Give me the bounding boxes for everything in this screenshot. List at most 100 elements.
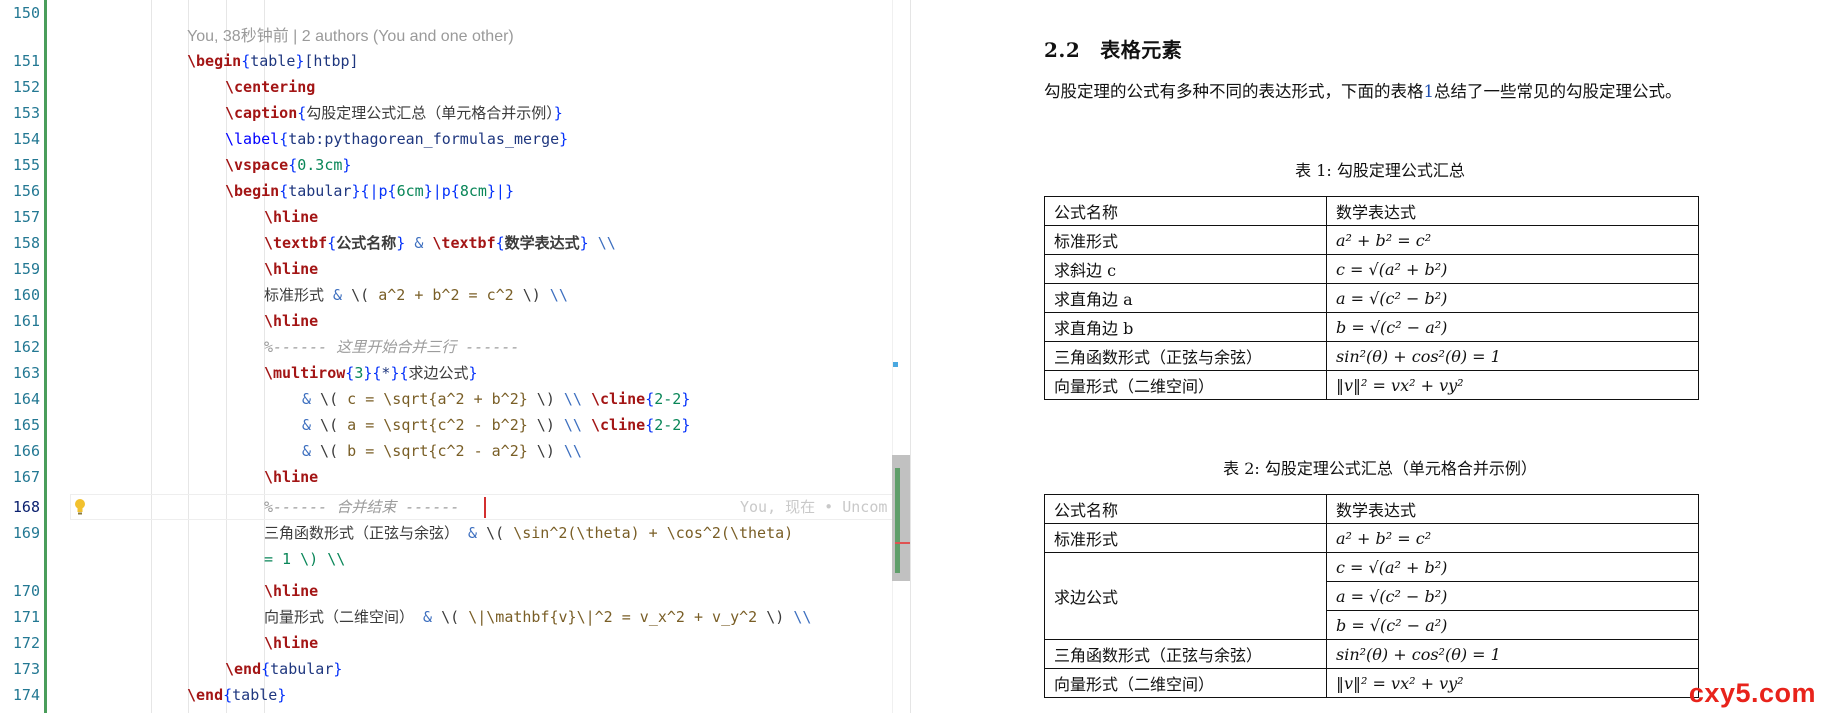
table-cell: 标准形式 — [1044, 523, 1327, 553]
code-line[interactable]: 173 \end{tabular} — [0, 656, 910, 682]
code-text: \multirow{3}{*}{求边公式} — [264, 364, 478, 382]
code-comment: %------ 合并结束 ------ — [264, 498, 460, 516]
code-line[interactable]: 170 \hline — [0, 578, 910, 604]
code-text: \hline — [264, 468, 319, 486]
table-caption: 表 1: 勾股定理公式汇总 — [1295, 161, 1465, 180]
line-number: 160 — [12, 286, 40, 304]
line-number: 157 — [12, 208, 40, 226]
code-line[interactable]: 159 \hline — [0, 256, 910, 282]
table-cell: 求斜边 c — [1044, 254, 1327, 284]
table-cell: sin²(θ) + cos²(θ) = 1 — [1326, 639, 1699, 669]
table-cell: 向量形式（二维空间） — [1044, 370, 1327, 400]
code-line[interactable]: 172 \hline — [0, 630, 910, 656]
table-row: 三角函数形式（正弦与余弦） sin²(θ) + cos²(θ) = 1 — [1044, 639, 1699, 669]
line-number: 172 — [12, 634, 40, 652]
table-row: 求边公式 c = √(a² + b²) — [1044, 552, 1699, 640]
code-line[interactable]: 157 \hline — [0, 204, 910, 230]
line-number: 150 — [12, 4, 40, 22]
table-header-row: 公式名称 数学表达式 — [1044, 494, 1699, 524]
code-text: = 1 \) \\ — [264, 550, 346, 568]
line-number: 174 — [12, 686, 40, 704]
table-header-cell: 数学表达式 — [1326, 196, 1699, 226]
vertical-scrollbar[interactable] — [892, 0, 910, 713]
inline-git-blame: You, 现在 • Uncom — [740, 498, 888, 516]
code-line[interactable]: 160 标准形式 & \( a^2 + b^2 = c^2 \) \\ — [0, 282, 910, 308]
code-line[interactable]: 163 \multirow{3}{*}{求边公式} — [0, 360, 910, 386]
line-number: 161 — [12, 312, 40, 330]
table-cell: c = √(a² + b²) — [1326, 254, 1699, 284]
watermark-logo: cxy5.com — [1688, 678, 1816, 708]
line-number: 162 — [12, 338, 40, 356]
table-cell: a = √(c² − b²) — [1326, 581, 1699, 611]
code-line[interactable]: 154 \label{tab:pythagorean_formulas_merg… — [0, 126, 910, 152]
line-number: 166 — [12, 442, 40, 460]
code-editor[interactable]: 150 You, 38秒钟前 | 2 authors (You and one … — [0, 0, 910, 713]
table-cell: a = √(c² − b²) — [1326, 283, 1699, 313]
code-text: \caption{勾股定理公式汇总（单元格合并示例）} — [225, 104, 563, 122]
code-line[interactable]: 152 \centering — [0, 74, 910, 100]
line-number: 165 — [12, 416, 40, 434]
merged-table-cell: 求边公式 — [1044, 552, 1327, 640]
code-line[interactable]: 165 & \( a = \sqrt{c^2 - b^2} \) \\ \cli… — [0, 412, 910, 438]
table-row: 标准形式 a² + b² = c² — [1044, 523, 1699, 553]
code-text: \hline — [264, 260, 319, 278]
table-cell: 三角函数形式（正弦与余弦） — [1044, 341, 1327, 371]
table-row: 求直角边 b b = √(c² − a²) — [1044, 312, 1699, 342]
code-text: \end{tabular} — [225, 660, 343, 678]
lightbulb-icon[interactable] — [74, 498, 86, 516]
table-cell: 求直角边 a — [1044, 283, 1327, 313]
table-cell: 标准形式 — [1044, 225, 1327, 255]
line-number: 153 — [12, 104, 40, 122]
code-line[interactable]: 169 三角函数形式（正弦与余弦） & \( \sin^2(\theta) + … — [0, 520, 910, 546]
line-number: 164 — [12, 390, 40, 408]
code-line[interactable]: 174 \end{table} — [0, 682, 910, 708]
code-text: \vspace{0.3cm} — [225, 156, 352, 174]
table-reference-link[interactable]: 1 — [1424, 82, 1435, 101]
line-number: 171 — [12, 608, 40, 626]
table-caption: 表 2: 勾股定理公式汇总（单元格合并示例） — [1223, 459, 1537, 478]
table-cell: 求直角边 b — [1044, 312, 1327, 342]
table-row: 三角函数形式（正弦与余弦） sin²(θ) + cos²(θ) = 1 — [1044, 341, 1699, 371]
code-line[interactable]: 164 & \( c = \sqrt{a^2 + b^2} \) \\ \cli… — [0, 386, 910, 412]
formula-table-merged: 公式名称 数学表达式 标准形式 a² + b² = c² 求边公式 c = √(… — [1044, 494, 1699, 698]
table-header-cell: 公式名称 — [1044, 196, 1327, 226]
code-text: \centering — [225, 78, 316, 96]
line-number: 154 — [12, 130, 40, 148]
code-line[interactable]: 153 \caption{勾股定理公式汇总（单元格合并示例）} — [0, 100, 910, 126]
code-line[interactable]: 167 \hline — [0, 464, 910, 490]
code-text: \label{tab:pythagorean_formulas_merge} — [225, 130, 569, 148]
table-cell: b = √(c² − a²) — [1326, 312, 1699, 342]
code-line-current[interactable]: 168 %------ 合并结束 ------ You, 现在 • Uncom — [0, 494, 910, 520]
code-text: 三角函数形式（正弦与余弦） & \( \sin^2(\theta) + \cos… — [264, 524, 794, 542]
code-line-wrapped[interactable]: = 1 \) \\ — [0, 546, 910, 572]
table-row: 标准形式 a² + b² = c² — [1044, 225, 1699, 255]
scrollbar-marker — [893, 362, 898, 367]
pdf-preview[interactable]: 2.2 表格元素 勾股定理的公式有多种不同的表达形式，下面的表格1总结了一些常见的… — [911, 0, 1822, 713]
code-comment: %------ 这里开始合并三行 ------ — [264, 338, 520, 356]
line-number: 170 — [12, 582, 40, 600]
code-line[interactable]: 150 — [0, 0, 910, 26]
code-line[interactable]: 161 \hline — [0, 308, 910, 334]
code-text: 标准形式 & \( a^2 + b^2 = c^2 \) \\ — [264, 286, 568, 304]
line-number: 173 — [12, 660, 40, 678]
code-line[interactable]: 166 & \( b = \sqrt{c^2 - a^2} \) \\ — [0, 438, 910, 464]
line-number: 169 — [12, 524, 40, 542]
table-cell: b = √(c² − a²) — [1326, 610, 1699, 640]
line-number: 163 — [12, 364, 40, 382]
code-line[interactable]: 162 %------ 这里开始合并三行 ------ — [0, 334, 910, 360]
code-text: \textbf{公式名称} & \textbf{数学表达式} \\ — [264, 234, 616, 252]
table-row: 向量形式（二维空间） ‖v‖² = vx² + vy² — [1044, 370, 1699, 400]
line-number: 158 — [12, 234, 40, 252]
code-text: \hline — [264, 634, 319, 652]
table-cell: a² + b² = c² — [1326, 523, 1699, 553]
code-line[interactable]: 155 \vspace{0.3cm} — [0, 152, 910, 178]
code-line[interactable]: 151 \begin{table}[htbp] — [0, 48, 910, 74]
code-line[interactable]: 171 向量形式（二维空间） & \( \|\mathbf{v}\|^2 = v… — [0, 604, 910, 630]
line-number: 156 — [12, 182, 40, 200]
code-line[interactable]: 158 \textbf{公式名称} & \textbf{数学表达式} \\ — [0, 230, 910, 256]
git-blame-codelens[interactable]: You, 38秒钟前 | 2 authors (You and one othe… — [187, 24, 514, 50]
table-cell: 向量形式（二维空间） — [1044, 668, 1327, 698]
table-header-cell: 数学表达式 — [1326, 494, 1699, 524]
code-line[interactable]: 156 \begin{tabular}{|p{6cm}|p{8cm}|} — [0, 178, 910, 204]
scrollbar-cursor-marker — [895, 542, 910, 544]
